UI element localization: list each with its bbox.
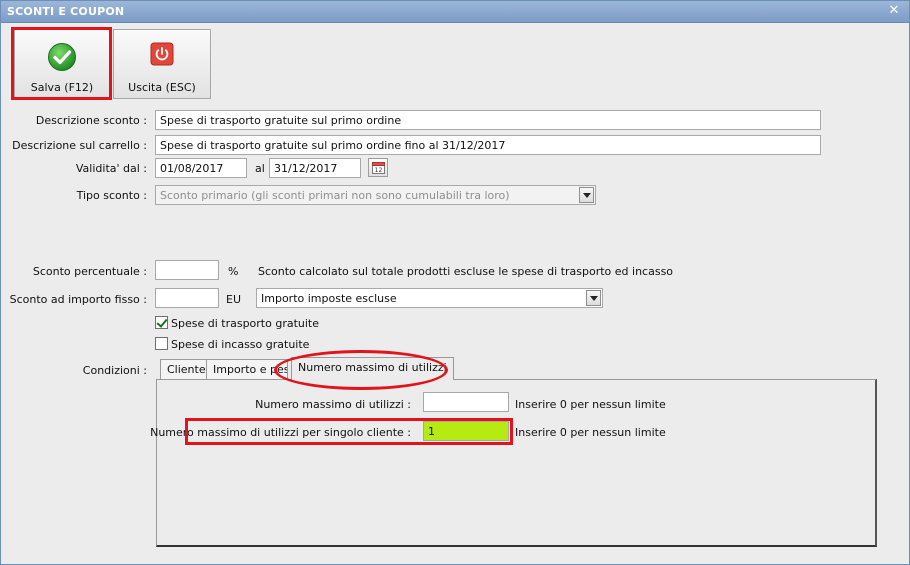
- calendar-button[interactable]: 12: [368, 158, 388, 177]
- chevron-down-icon: [586, 290, 601, 306]
- carrello-label: Descrizione sul carrello :: [12, 139, 147, 152]
- exit-button[interactable]: Uscita (ESC): [113, 29, 211, 99]
- descrizione-label: Descrizione sconto :: [35, 114, 147, 127]
- trasporto-label: Spese di trasporto gratuite: [171, 317, 320, 330]
- importo-input[interactable]: [155, 288, 219, 308]
- importo-unit: EU: [226, 293, 242, 306]
- calendar-icon: 12: [372, 161, 385, 177]
- percentuale-label: Sconto percentuale :: [32, 265, 147, 278]
- incasso-label: Spese di incasso gratuite: [171, 338, 310, 351]
- descrizione-input[interactable]: Spese di trasporto gratuite sul primo or…: [155, 110, 821, 130]
- coupon-window: SCONTI E COUPON ✕ Salva (F12) Uscita (ES…: [0, 0, 910, 565]
- max-utilizzi-input[interactable]: [423, 392, 509, 412]
- title-bar: SCONTI E COUPON ✕: [1, 1, 909, 23]
- validita-al-input[interactable]: 31/12/2017: [269, 158, 361, 178]
- exit-button-label: Uscita (ESC): [128, 81, 196, 94]
- incasso-checkbox[interactable]: [155, 337, 168, 350]
- tab-cliente[interactable]: Cliente: [160, 359, 213, 380]
- tab-numero-massimo-label: Numero massimo di utilizzi: [298, 361, 447, 374]
- close-icon[interactable]: ✕: [887, 4, 901, 18]
- condizioni-label: Condizioni :: [82, 364, 147, 377]
- max-utilizzi-label: Numero massimo di utilizzi :: [255, 398, 411, 411]
- importo-mode-value: Importo imposte escluse: [261, 292, 397, 305]
- percentuale-note: Sconto calcolato sul totale prodotti esc…: [258, 265, 674, 278]
- importo-label: Sconto ad importo fisso :: [9, 293, 147, 306]
- validita-label: Validita' dal :: [75, 162, 147, 175]
- carrello-input[interactable]: Spese di trasporto gratuite sul primo or…: [155, 135, 821, 155]
- save-highlight-box: [11, 27, 112, 100]
- max-cliente-highlight-box: [185, 418, 513, 445]
- tipo-label: Tipo sconto :: [76, 189, 147, 202]
- tipo-select-value: Sconto primario (gli sconti primari non …: [160, 189, 510, 202]
- percentuale-input[interactable]: [155, 260, 219, 280]
- tipo-select[interactable]: Sconto primario (gli sconti primari non …: [155, 185, 596, 205]
- importo-mode-select[interactable]: Importo imposte escluse: [256, 288, 603, 308]
- validita-dal-input[interactable]: 01/08/2017: [155, 158, 247, 178]
- max-cliente-hint: Inserire 0 per nessun limite: [515, 426, 666, 439]
- trasporto-checkbox[interactable]: [155, 316, 168, 329]
- max-utilizzi-hint: Inserire 0 per nessun limite: [515, 398, 666, 411]
- svg-text:12: 12: [375, 167, 383, 174]
- tab-cliente-label: Cliente: [167, 363, 206, 376]
- tab-numero-massimo[interactable]: Numero massimo di utilizzi: [291, 357, 454, 380]
- al-label: al: [255, 162, 265, 175]
- tab-importo-peso-label: Importo e peso: [213, 363, 288, 376]
- window-title: SCONTI E COUPON: [7, 5, 125, 18]
- chevron-down-icon: [579, 187, 594, 203]
- tab-importo-peso[interactable]: Importo e peso: [206, 359, 288, 380]
- percent-unit: %: [228, 265, 239, 278]
- power-icon: [150, 42, 174, 69]
